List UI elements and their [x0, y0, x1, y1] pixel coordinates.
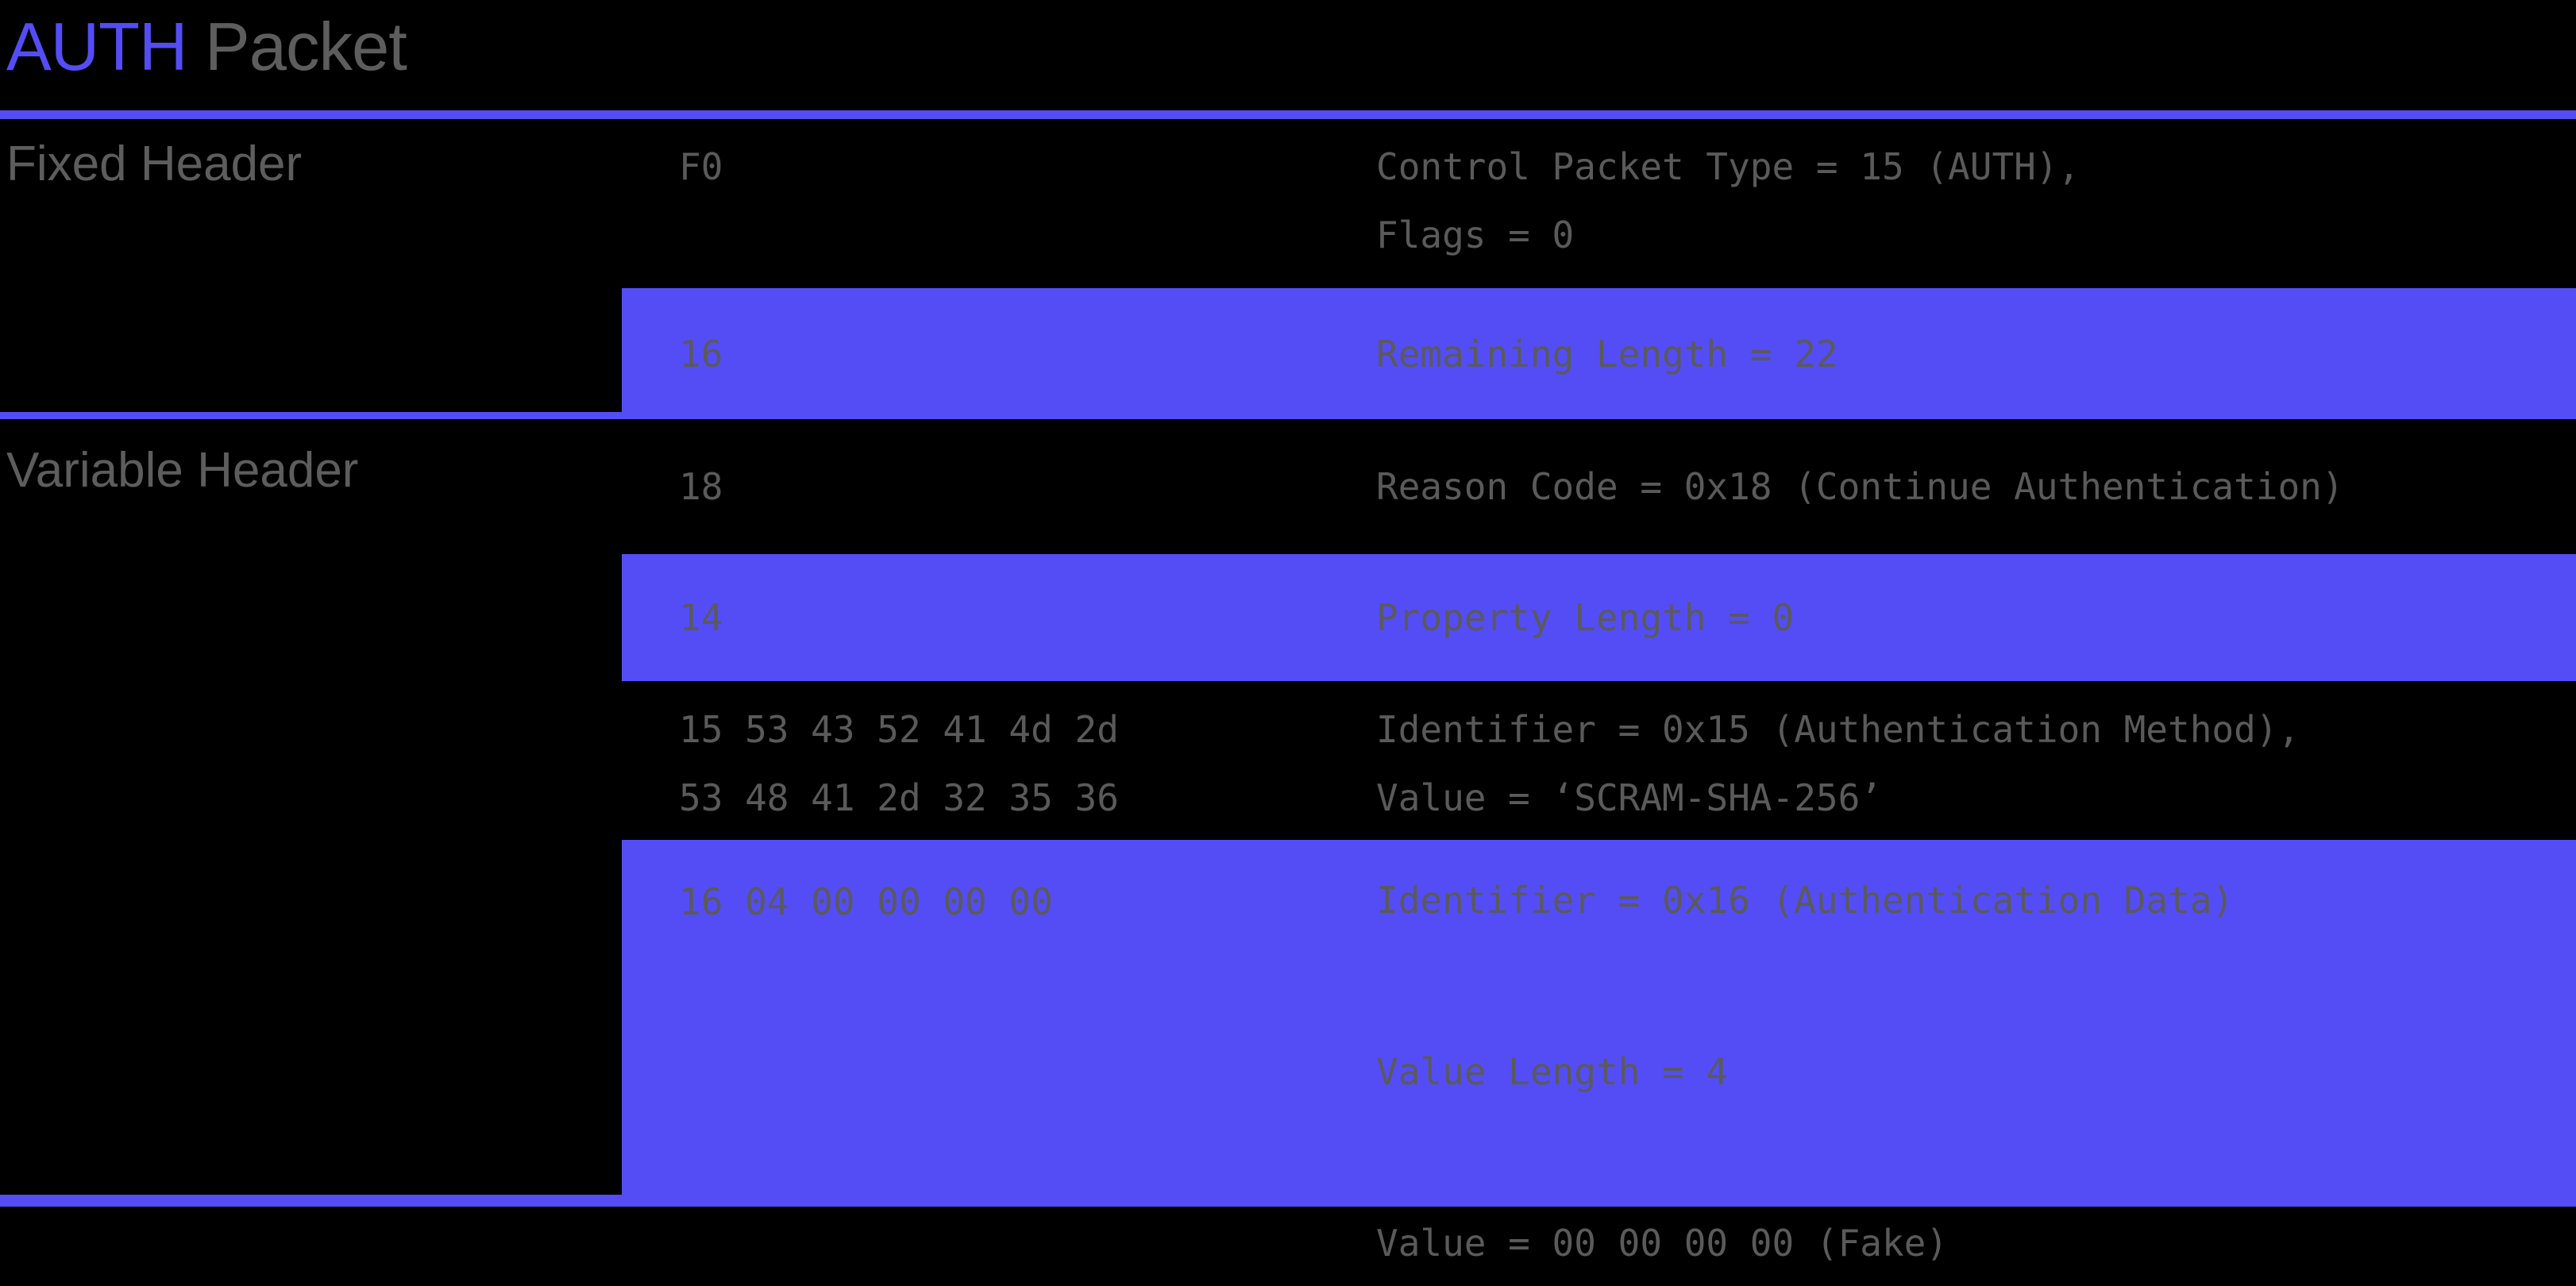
row-hex-bytes: F0 [679, 145, 723, 188]
section-divider-rule [0, 412, 622, 419]
row-hex-bytes: 14 [679, 596, 723, 639]
row-hex-bytes: 18 [679, 465, 723, 508]
row-data-area-highlighted: 14 Property Length = 0 [622, 554, 2576, 681]
row-description: Identifier = 0x15 (Authentication Method… [1376, 708, 2300, 819]
row-data-area-highlighted: 16 04 00 00 00 00 Identifier = 0x16 (Aut… [622, 840, 2576, 1265]
row-description: Remaining Length = 22 [1376, 333, 1838, 375]
table-row: 16 Remaining Length = 22 [0, 288, 2576, 419]
table-row: 16 04 00 00 00 00 Identifier = 0x16 (Aut… [0, 840, 2576, 1265]
row-data-area: 18 Reason Code = 0x18 (Continue Authenti… [622, 419, 2576, 554]
table-row: Fixed Header F0 Control Packet Type = 15… [0, 119, 2576, 288]
row-description: Property Length = 0 [1376, 596, 1795, 639]
row-hex-bytes: 16 04 00 00 00 00 [679, 880, 1053, 923]
bottom-divider-rule [0, 1195, 622, 1207]
page-title-rest: Packet [187, 10, 407, 85]
section-label-fixed-header: Fixed Header [6, 137, 303, 191]
page-title-bar: AUTH Packet [0, 0, 2576, 119]
row-description: Control Packet Type = 15 (AUTH), Flags =… [1376, 145, 2080, 256]
auth-packet-diagram: AUTH Packet Fixed Header F0 Control Pack… [0, 0, 2576, 1265]
table-row: 14 Property Length = 0 [0, 554, 2576, 681]
row-description: Identifier = 0x16 (Authentication Data) … [1376, 879, 2235, 1265]
table-row: Variable Header 18 Reason Code = 0x18 (C… [0, 419, 2576, 554]
page-title-accent: AUTH [6, 10, 187, 85]
table-row: 15 53 43 52 41 4d 2d 53 48 41 2d 32 35 3… [0, 681, 2576, 840]
row-data-area: 15 53 43 52 41 4d 2d 53 48 41 2d 32 35 3… [622, 681, 2576, 840]
row-hex-bytes: 16 [679, 333, 723, 375]
row-description: Reason Code = 0x18 (Continue Authenticat… [1376, 465, 2344, 508]
section-label-variable-header: Variable Header [6, 443, 359, 498]
row-data-area: F0 Control Packet Type = 15 (AUTH), Flag… [622, 119, 2576, 288]
page-title: AUTH Packet [6, 3, 407, 92]
row-data-area-highlighted: 16 Remaining Length = 22 [622, 288, 2576, 419]
packet-table: Fixed Header F0 Control Packet Type = 15… [0, 119, 2576, 1265]
row-hex-bytes: 15 53 43 52 41 4d 2d 53 48 41 2d 32 35 3… [679, 708, 1119, 819]
